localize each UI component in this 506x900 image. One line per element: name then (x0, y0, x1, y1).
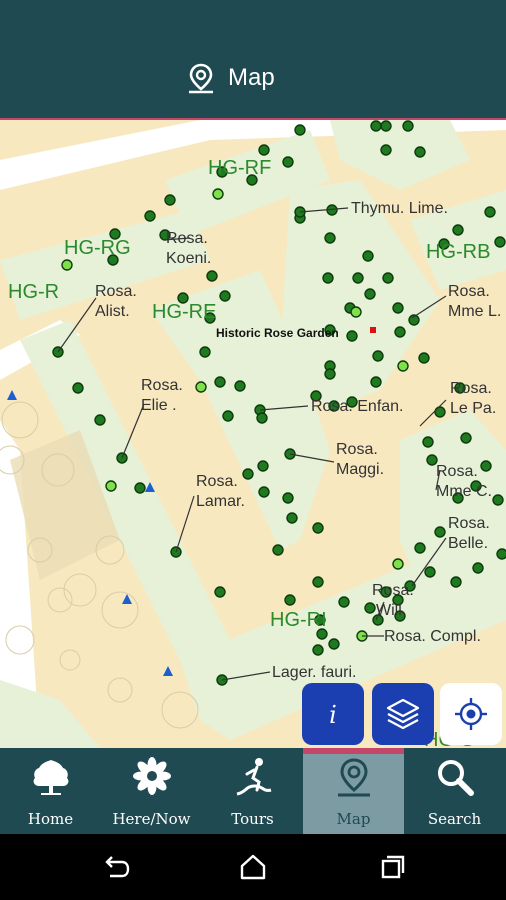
locate-me-button[interactable] (440, 683, 502, 745)
bed-area (330, 120, 470, 190)
tab-label: Map (336, 810, 371, 828)
tab-label: Home (27, 810, 74, 828)
bed-label: HG-R (8, 281, 59, 303)
plant-label-line: Rosa. (166, 230, 208, 247)
svg-text:i: i (329, 701, 337, 729)
map-pin-icon (337, 758, 370, 797)
poi-marker[interactable] (370, 327, 376, 333)
plant-label: Rosa. Elie . (141, 377, 183, 414)
garden-map[interactable]: HG-RF HG-RG HG-R HG-RE HG-RB HG-RI HG-S … (0, 120, 506, 748)
header-title-group: Map (186, 60, 275, 96)
plant-label: Rosa. Enfan. (311, 398, 404, 415)
map-pin-icon (189, 63, 213, 94)
tab-tours[interactable]: Tours (202, 748, 303, 834)
bed-label: HG-RE (152, 301, 216, 323)
plant-label: Rosa. Alist. (95, 283, 137, 320)
layers-icon (386, 698, 420, 730)
map-canvas[interactable]: HG-RF HG-RG HG-R HG-RE HG-RB HG-RI HG-S … (0, 120, 506, 748)
bed-label: HG-RG (64, 237, 131, 259)
info-button[interactable]: i (302, 683, 364, 745)
plant-label: Rosa. Maggi. (336, 441, 384, 478)
bed-label: HG-RB (426, 241, 490, 263)
plant-label: Lager. fauri. (272, 664, 357, 681)
tab-here-now[interactable]: Here/Now (101, 748, 202, 834)
recents-icon[interactable] (378, 852, 408, 882)
locate-me-icon (455, 698, 487, 730)
tab-home[interactable]: Home (0, 748, 101, 834)
info-icon: i (329, 701, 337, 729)
home-circle-icon[interactable] (238, 852, 268, 882)
tab-label: Tours (231, 810, 274, 828)
poi-label: Historic Rose Garden (216, 326, 339, 340)
bottom-nav: Home Here/Now Tours Map Search (0, 748, 506, 834)
tree-icon (33, 760, 68, 795)
tab-label: Here/Now (112, 810, 191, 828)
flower-icon (132, 757, 171, 795)
tab-search[interactable]: Search (404, 748, 505, 834)
back-icon[interactable] (100, 852, 130, 882)
bed-label: HG-RI (270, 609, 327, 631)
plant-label: Rosa. Mme L. (448, 283, 501, 320)
active-tab-indicator (303, 748, 404, 754)
plant-label: Rosa. Compl. (384, 628, 481, 645)
plant-label: Rosa. Lamar. (196, 473, 245, 510)
search-icon (437, 760, 474, 796)
app-header: Map (0, 0, 506, 120)
system-nav-bar (0, 834, 506, 900)
page-title: Map (228, 64, 275, 91)
layers-button[interactable] (372, 683, 434, 745)
tab-map[interactable]: Map (303, 748, 404, 834)
bed-label: HG-RF (208, 157, 271, 179)
tab-label: Search (427, 810, 482, 828)
plant-label: Rosa. Le Pa. (450, 380, 496, 417)
plant-label: Thymu. Lime. (351, 200, 448, 217)
walking-path-icon (236, 758, 271, 796)
bed-area (0, 680, 100, 748)
